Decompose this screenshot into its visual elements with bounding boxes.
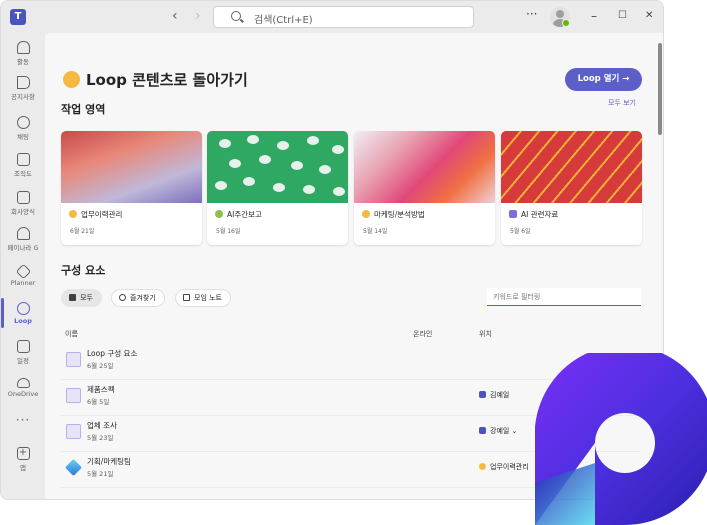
workspace-ai-icon [509,210,517,218]
workspace-thumbnail [354,131,495,203]
megaphone-icon [16,76,30,89]
scrollbar[interactable] [658,43,662,135]
workspace-card[interactable]: AI주간보고 5월 16일 [207,131,348,245]
workspace-emoji-icon [362,210,370,218]
title-bar: T ‹ › 검색(Ctrl+E) ··· – ☐ ✕ [1,1,663,33]
workspace-emoji-icon [479,463,486,470]
loop-file-icon [66,388,81,403]
forward-arrow-icon[interactable]: › [195,8,201,24]
bell-icon [16,41,30,54]
rail-item-calendar[interactable]: 일정 [1,335,45,377]
chat-icon [16,116,30,129]
teams-icon [479,391,486,398]
workspace-thumbnail [207,131,348,203]
rail-item-org-chart[interactable]: 조직도 [1,148,45,190]
column-header-online[interactable]: 온라인 [413,329,432,339]
workspace-emoji-icon [215,210,223,218]
rail-item-onedrive[interactable]: OneDrive [1,373,45,415]
rail-item-loop[interactable]: Loop [1,297,45,339]
back-arrow-icon[interactable]: ‹ [172,8,178,24]
open-loop-button[interactable]: Loop 열기 → [565,68,642,91]
rail-item-paynara[interactable]: 페이나라 G [1,222,45,264]
left-rail: 활동 공지사항 채팅 조직도 회사양식 페이나라 G Planner Loop … [1,33,45,499]
column-header-name[interactable]: 이름 [65,329,78,339]
workspace-thumbnail [501,131,642,203]
close-button[interactable]: ✕ [645,10,653,21]
org-chart-icon [16,153,30,166]
components-title: 구성 요소 [61,264,106,277]
form-icon [16,191,30,204]
maximize-button[interactable]: ☐ [618,10,627,21]
rail-more-button[interactable]: ··· [1,413,45,427]
teams-icon [479,427,486,434]
more-options-button[interactable]: ··· [526,7,537,21]
presence-available-icon [562,19,570,27]
workspace-card[interactable]: 업무이력관리 6월 21일 [61,131,202,245]
plus-icon: + [16,447,30,460]
smiley-emoji-icon [63,71,80,88]
workspace-card[interactable]: 마케팅/분석방법 5월 14일 [354,131,495,245]
workspace-thumbnail [61,131,202,203]
note-icon [183,294,190,301]
search-placeholder: 검색(Ctrl+E) [254,15,313,26]
loop-logo-icon [535,353,707,525]
column-header-location[interactable]: 위치 [479,329,492,339]
filter-meeting-notes[interactable]: 모임 노트 [175,289,231,307]
rail-item-chat[interactable]: 채팅 [1,111,45,153]
workspace-emoji-icon [69,210,77,218]
cube-icon [69,294,76,301]
filter-favorites[interactable]: 즐겨찾기 [111,289,165,307]
page-title: Loop 콘텐츠로 돌아가기 [63,69,248,90]
workspace-card[interactable]: AI 관련자료 5월 6일 [501,131,642,245]
calendar-icon [16,340,30,353]
search-icon [231,11,241,21]
rail-item-announcements[interactable]: 공지사항 [1,71,45,113]
filter-all[interactable]: 모두 [61,289,102,307]
plant-icon [16,227,30,240]
loop-file-icon [66,352,81,367]
search-input[interactable]: 검색(Ctrl+E) [213,6,474,28]
cloud-icon [16,378,30,388]
teams-logo-icon: T [10,9,26,25]
star-icon [119,294,126,301]
planner-icon [15,263,31,280]
loop-icon [16,302,30,315]
minimize-button[interactable]: – [591,9,597,23]
see-all-link[interactable]: 모두 보기 [608,98,636,108]
loop-file-icon [66,424,81,439]
workspaces-title: 작업 영역 [61,103,106,116]
rail-item-apps[interactable]: + 앱 [1,447,45,472]
gem-icon [65,459,82,476]
keyword-filter-input[interactable] [487,288,641,306]
